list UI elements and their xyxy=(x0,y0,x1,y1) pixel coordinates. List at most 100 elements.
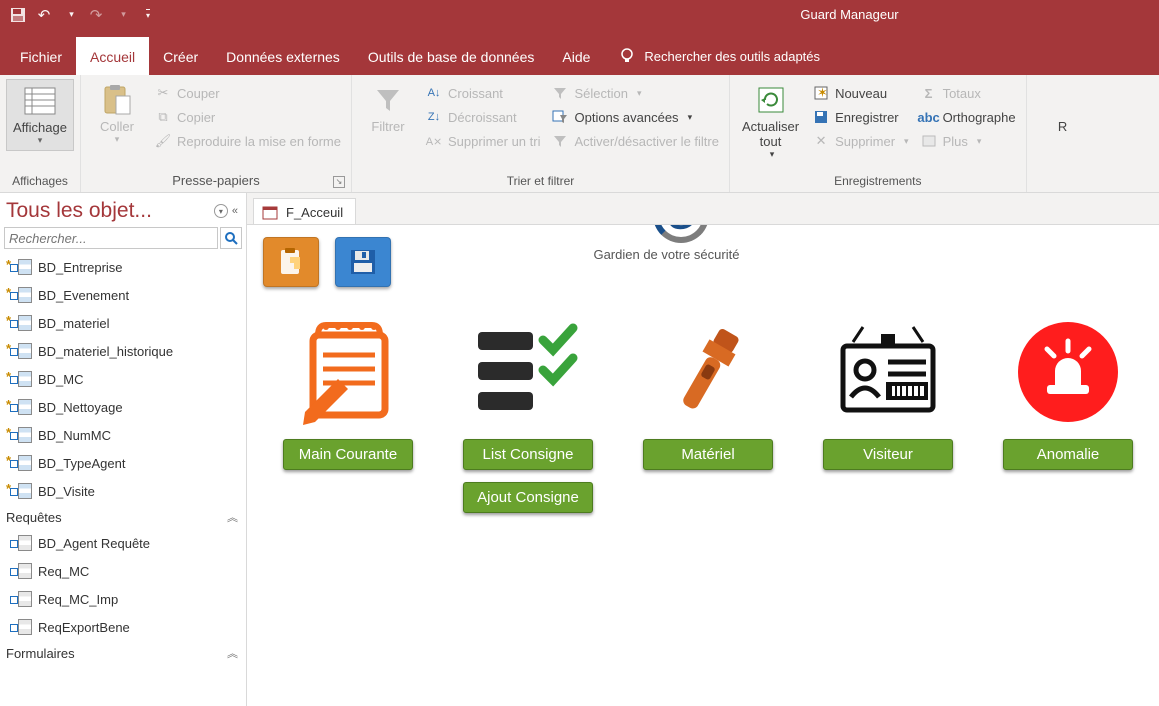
tab-fichier[interactable]: Fichier xyxy=(6,37,76,75)
tab-outils-bd[interactable]: Outils de base de données xyxy=(354,37,549,75)
copy-icon: ⧉ xyxy=(155,109,171,125)
qat-redo-more[interactable] xyxy=(110,3,134,27)
datasheet-view-icon xyxy=(23,84,57,118)
card-materiel: Matériel xyxy=(643,317,773,470)
nav-table-item[interactable]: BD_materiel_historique xyxy=(0,337,246,365)
chevron-up-icon: ︽ xyxy=(227,645,238,661)
nav-section-requetes[interactable]: Requêtes︽ xyxy=(0,505,246,529)
qat-customize-icon[interactable]: ▾ xyxy=(136,3,160,27)
copier-button[interactable]: ⧉Copier xyxy=(151,107,345,127)
group-affichages: Affichage ▾ Affichages xyxy=(0,75,81,192)
card-consigne: List Consigne Ajout Consigne xyxy=(463,317,593,513)
filtrer-label: Filtrer xyxy=(371,119,404,134)
navigation-pane: Tous les objet... ▾ « BD_Entreprise BD_E… xyxy=(0,193,247,706)
enregistrer-button[interactable]: Enregistrer xyxy=(809,107,913,127)
toggle-filter-icon xyxy=(552,133,568,149)
nav-table-item[interactable]: BD_NumMC xyxy=(0,421,246,449)
table-icon xyxy=(10,315,30,331)
form-icon xyxy=(262,206,278,220)
tell-me-search[interactable]: Rechercher des outils adaptés xyxy=(604,37,834,75)
nav-query-item[interactable]: BD_Agent Requête xyxy=(0,529,246,557)
form-paste-button[interactable] xyxy=(263,237,319,287)
decroissant-button[interactable]: Z↓Décroissant xyxy=(422,107,544,127)
advanced-filter-icon xyxy=(552,109,568,125)
visiteur-button[interactable]: Visiteur xyxy=(823,439,953,470)
nav-search-button[interactable] xyxy=(220,227,242,249)
logo-tagline: Gardien de votre sécurité xyxy=(591,247,742,262)
save-icon xyxy=(813,109,829,125)
options-avancees-button[interactable]: Options avancées xyxy=(548,107,723,127)
reproduire-button[interactable]: 🖌Reproduire la mise en forme xyxy=(151,131,345,151)
nav-table-item[interactable]: BD_TypeAgent xyxy=(0,449,246,477)
document-tab-label: F_Acceuil xyxy=(286,205,343,220)
nav-table-item[interactable]: BD_Nettoyage xyxy=(0,393,246,421)
toggle-filter-button[interactable]: Activer/désactiver le filtre xyxy=(548,131,723,151)
affichage-label: Affichage xyxy=(13,120,67,135)
anomalie-button[interactable]: Anomalie xyxy=(1003,439,1133,470)
document-area: F_Acceuil SECURYGARD Gardien de vo xyxy=(247,193,1159,706)
document-tab[interactable]: F_Acceuil xyxy=(253,198,356,224)
group-label-trier-filtrer: Trier et filtrer xyxy=(358,172,723,192)
nav-table-item[interactable]: BD_Entreprise xyxy=(0,253,246,281)
nav-query-item[interactable]: Req_MC xyxy=(0,557,246,585)
tab-creer[interactable]: Créer xyxy=(149,37,212,75)
qat-redo-icon[interactable]: ↷ xyxy=(84,3,108,27)
siren-icon xyxy=(1013,317,1123,427)
tab-accueil[interactable]: Accueil xyxy=(76,37,149,75)
nav-table-item[interactable]: BD_Evenement xyxy=(0,281,246,309)
totaux-button[interactable]: ΣTotaux xyxy=(917,83,1020,103)
nav-section-formulaires[interactable]: Formulaires︽ xyxy=(0,641,246,665)
croissant-button[interactable]: A↓Croissant xyxy=(422,83,544,103)
spellcheck-icon: abc xyxy=(921,109,937,125)
nav-table-item[interactable]: BD_materiel xyxy=(0,309,246,337)
card-visiteur: Visiteur xyxy=(823,317,953,470)
couper-button[interactable]: ✂Couper xyxy=(151,83,345,103)
actualiser-tout-button[interactable]: Actualiser tout xyxy=(736,79,805,164)
delete-icon: ✕ xyxy=(813,133,829,149)
nav-object-list[interactable]: BD_Entreprise BD_Evenement BD_materiel B… xyxy=(0,253,246,706)
qat-save-icon[interactable] xyxy=(6,3,30,27)
filtrer-button[interactable]: Filtrer xyxy=(358,79,418,138)
refresh-icon xyxy=(754,83,788,117)
form-body: SECURYGARD Gardien de votre sécurité Mai… xyxy=(247,225,1159,706)
rechercher-button[interactable]: R xyxy=(1033,79,1093,138)
logo-g-icon: G xyxy=(653,225,709,243)
more-icon xyxy=(921,133,937,149)
nav-dropdown-icon[interactable]: ▾ xyxy=(214,204,228,218)
table-icon xyxy=(10,455,30,471)
dialog-launcher-icon[interactable]: ↘ xyxy=(333,176,345,188)
title-bar: ↶ ↷ ▾ Guard Manageur xyxy=(0,0,1159,29)
ajout-consigne-button[interactable]: Ajout Consigne xyxy=(463,482,593,513)
table-icon xyxy=(10,343,30,359)
nav-query-item[interactable]: Req_MC_Imp xyxy=(0,585,246,613)
coller-label: Coller xyxy=(100,119,134,134)
tab-donnees-externes[interactable]: Données externes xyxy=(212,37,354,75)
qat-undo-icon[interactable]: ↶ xyxy=(32,3,56,27)
nav-collapse-icon[interactable]: « xyxy=(232,205,238,217)
sort-asc-icon: A↓ xyxy=(426,85,442,101)
query-icon xyxy=(10,619,30,635)
nav-table-item[interactable]: BD_MC xyxy=(0,365,246,393)
selection-button[interactable]: Sélection xyxy=(548,83,723,103)
form-save-button[interactable] xyxy=(335,237,391,287)
document-tabs: F_Acceuil xyxy=(247,193,1159,225)
supprimer-button[interactable]: ✕Supprimer xyxy=(809,131,913,151)
tab-aide[interactable]: Aide xyxy=(548,37,604,75)
supprimer-tri-button[interactable]: A⨯Supprimer un tri xyxy=(422,131,544,151)
nav-table-item[interactable]: BD_Visite xyxy=(0,477,246,505)
nav-search-input[interactable] xyxy=(4,227,218,249)
materiel-button[interactable]: Matériel xyxy=(643,439,773,470)
nav-pane-title[interactable]: Tous les objet... xyxy=(6,199,210,223)
list-consigne-button[interactable]: List Consigne xyxy=(463,439,593,470)
qat-undo-more[interactable] xyxy=(58,3,82,27)
main-courante-button[interactable]: Main Courante xyxy=(283,439,413,470)
checklist-icon xyxy=(473,317,583,427)
card-anomalie: Anomalie xyxy=(1003,317,1133,470)
orthographe-button[interactable]: abcOrthographe xyxy=(917,107,1020,127)
group-enregistrements: Actualiser tout ✶Nouveau Enregistrer ✕Su… xyxy=(730,75,1027,192)
plus-button[interactable]: Plus xyxy=(917,131,1020,151)
nav-query-item[interactable]: ReqExportBene xyxy=(0,613,246,641)
nouveau-button[interactable]: ✶Nouveau xyxy=(809,83,913,103)
affichage-button[interactable]: Affichage ▾ xyxy=(6,79,74,151)
coller-button[interactable]: Coller ▾ xyxy=(87,79,147,149)
